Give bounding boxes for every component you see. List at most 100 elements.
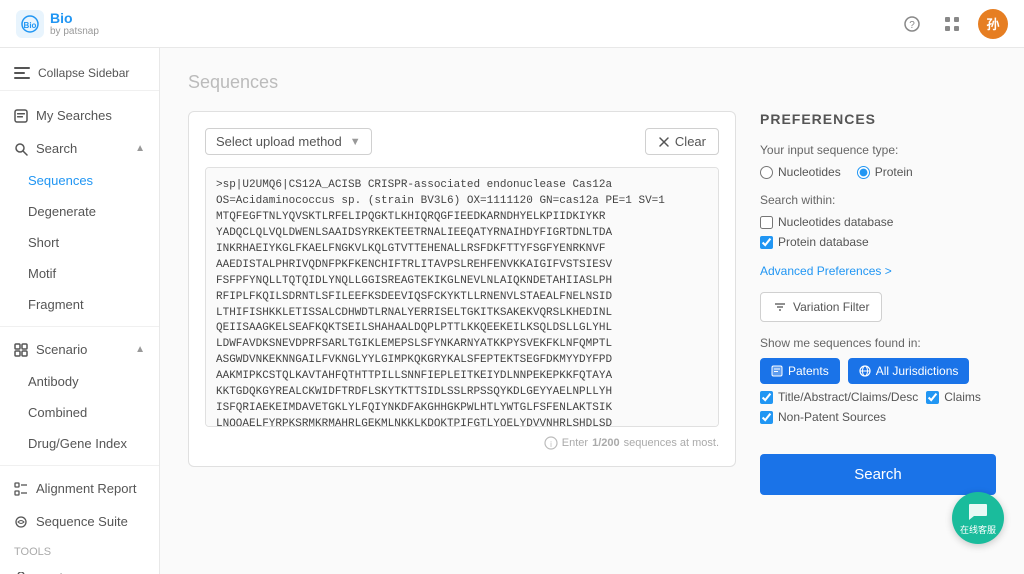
top-bar: Bio Bio by patsnap ? bbox=[0, 0, 1024, 48]
motif-sub-label: Motif bbox=[28, 266, 56, 281]
sidebar-item-alignment-report[interactable]: Alignment Report bbox=[0, 472, 159, 505]
preferences-panel: PREFERENCES Your input sequence type: Nu… bbox=[736, 111, 996, 495]
show-seq-section: Show me sequences found in: Patents bbox=[760, 336, 996, 424]
adv-prefs-section: Advanced Preferences > bbox=[760, 263, 996, 278]
found-options: Patents All Jurisdictions bbox=[760, 358, 996, 424]
sidebar-item-search[interactable]: Search ▲ bbox=[0, 132, 159, 165]
clear-button[interactable]: Clear bbox=[645, 128, 719, 155]
svg-text:?: ? bbox=[909, 20, 915, 31]
protein-radio[interactable]: Protein bbox=[857, 165, 913, 179]
nucleotides-radio[interactable]: Nucleotides bbox=[760, 165, 841, 179]
preferences-title: PREFERENCES bbox=[760, 111, 996, 127]
title-abstract-checkbox[interactable]: Title/Abstract/Claims/Desc bbox=[760, 390, 918, 404]
sidebar-item-sequence-suite[interactable]: Sequence Suite bbox=[0, 505, 159, 538]
nucleotides-db-checkbox-input[interactable] bbox=[760, 216, 773, 229]
non-patent-checkbox-input[interactable] bbox=[760, 411, 773, 424]
nucleotides-radio-input[interactable] bbox=[760, 166, 773, 179]
all-jurisdictions-button[interactable]: All Jurisdictions bbox=[848, 358, 970, 384]
claims-checkbox[interactable]: Claims bbox=[926, 390, 981, 404]
page-title: Sequences bbox=[188, 72, 996, 93]
search-button[interactable]: Search bbox=[760, 454, 996, 495]
upload-row: Select upload method ▼ Clear bbox=[205, 128, 719, 155]
nucleotides-db-label: Nucleotides database bbox=[778, 215, 893, 229]
search-chevron-icon: ▲ bbox=[135, 143, 145, 154]
input-seq-type-label: Your input sequence type: bbox=[760, 143, 996, 157]
seq-footer: i Enter 1/200 sequences at most. bbox=[205, 436, 719, 450]
clear-icon bbox=[658, 136, 670, 148]
sidebar-sub-item-degenerate[interactable]: Degenerate bbox=[0, 196, 159, 227]
advanced-preferences-link[interactable]: Advanced Preferences > bbox=[760, 264, 892, 278]
globe-icon bbox=[859, 365, 871, 377]
title-abstract-checkbox-input[interactable] bbox=[760, 391, 773, 404]
drug-gene-index-label: Drug/Gene Index bbox=[28, 436, 127, 451]
sequences-sub-label: Sequences bbox=[28, 173, 93, 188]
nucleotides-db-checkbox[interactable]: Nucleotides database bbox=[760, 215, 996, 229]
protein-db-label: Protein database bbox=[778, 235, 869, 249]
sidebar-item-scenario[interactable]: Scenario ▲ bbox=[0, 333, 159, 366]
claims-checkbox-input[interactable] bbox=[926, 391, 939, 404]
non-patent-checkbox[interactable]: Non-Patent Sources bbox=[760, 410, 886, 424]
sidebar-sub-item-sequences[interactable]: Sequences bbox=[0, 165, 159, 196]
patents-label: Patents bbox=[788, 364, 829, 378]
collapse-sidebar-button[interactable]: Collapse Sidebar bbox=[0, 56, 159, 91]
sidebar-sub-item-drug-gene-index[interactable]: Drug/Gene Index bbox=[0, 428, 159, 459]
collapse-sidebar-label: Collapse Sidebar bbox=[38, 66, 129, 80]
upload-method-label: Select upload method bbox=[216, 134, 342, 149]
patents-icon bbox=[771, 365, 783, 377]
seq-suffix: sequences at most. bbox=[624, 437, 719, 449]
sidebar-sub-item-antibody[interactable]: Antibody bbox=[0, 366, 159, 397]
info-icon: i bbox=[544, 436, 558, 450]
search-within-section: Search within: Nucleotides database Prot… bbox=[760, 193, 996, 249]
variation-filter-section: Variation Filter bbox=[760, 292, 996, 322]
found-row-3: Non-Patent Sources bbox=[760, 410, 996, 424]
input-seq-type-section: Your input sequence type: Nucleotides Pr… bbox=[760, 143, 996, 179]
logo-text: Bio bbox=[50, 10, 99, 26]
variation-filter-button[interactable]: Variation Filter bbox=[760, 292, 882, 322]
upload-method-select[interactable]: Select upload method ▼ bbox=[205, 128, 372, 155]
sidebar-sub-item-combined[interactable]: Combined bbox=[0, 397, 159, 428]
upload-method-chevron-icon: ▼ bbox=[350, 136, 361, 148]
sidebar-divider-2 bbox=[0, 465, 159, 466]
degenerate-sub-label: Degenerate bbox=[28, 204, 96, 219]
sidebar-item-my-searches[interactable]: My Searches bbox=[0, 99, 159, 132]
protein-radio-input[interactable] bbox=[857, 166, 870, 179]
scenario-chevron-icon: ▲ bbox=[135, 344, 145, 355]
show-seq-label: Show me sequences found in: bbox=[760, 336, 996, 350]
seq-count: 1/200 bbox=[592, 437, 620, 449]
all-jurisdictions-label: All Jurisdictions bbox=[876, 364, 959, 378]
live-chat-button[interactable]: 在线客服 bbox=[952, 492, 1004, 544]
svg-text:Bio: Bio bbox=[24, 21, 37, 30]
main-content: Sequences Select upload method ▼ bbox=[160, 48, 1024, 574]
avatar[interactable]: 孙 bbox=[978, 9, 1008, 39]
chat-icon bbox=[967, 501, 989, 523]
sidebar-item-workspace[interactable]: Workspace bbox=[0, 562, 159, 574]
top-bar-left: Bio Bio by patsnap bbox=[16, 10, 99, 38]
found-row-1: Patents All Jurisdictions bbox=[760, 358, 996, 384]
variation-filter-label: Variation Filter bbox=[793, 300, 869, 314]
sequence-textarea[interactable] bbox=[205, 167, 719, 427]
protein-db-checkbox-input[interactable] bbox=[760, 236, 773, 249]
title-abstract-label: Title/Abstract/Claims/Desc bbox=[778, 390, 918, 404]
logo-sub: by patsnap bbox=[50, 26, 99, 37]
protein-radio-label: Protein bbox=[875, 165, 913, 179]
short-sub-label: Short bbox=[28, 235, 59, 250]
sidebar-sub-item-fragment[interactable]: Fragment bbox=[0, 289, 159, 320]
sequences-panel: Select upload method ▼ Clear bbox=[188, 111, 736, 495]
variation-filter-icon bbox=[773, 300, 787, 314]
combined-label: Combined bbox=[28, 405, 87, 420]
protein-db-checkbox[interactable]: Protein database bbox=[760, 235, 996, 249]
antibody-label: Antibody bbox=[28, 374, 79, 389]
sidebar-sub-item-short[interactable]: Short bbox=[0, 227, 159, 258]
search-within-label: Search within: bbox=[760, 193, 996, 207]
patents-button[interactable]: Patents bbox=[760, 358, 840, 384]
nucleotides-radio-label: Nucleotides bbox=[778, 165, 841, 179]
logo-icon: Bio bbox=[16, 10, 44, 38]
help-button[interactable]: ? bbox=[898, 10, 926, 38]
my-searches-label: My Searches bbox=[36, 108, 112, 123]
top-bar-right: ? 孙 bbox=[898, 9, 1008, 39]
sidebar: Collapse Sidebar My Searches Search ▲ bbox=[0, 48, 160, 574]
sidebar-sub-item-motif[interactable]: Motif bbox=[0, 258, 159, 289]
claims-label: Claims bbox=[944, 390, 981, 404]
sidebar-divider-1 bbox=[0, 326, 159, 327]
grid-button[interactable] bbox=[938, 10, 966, 38]
